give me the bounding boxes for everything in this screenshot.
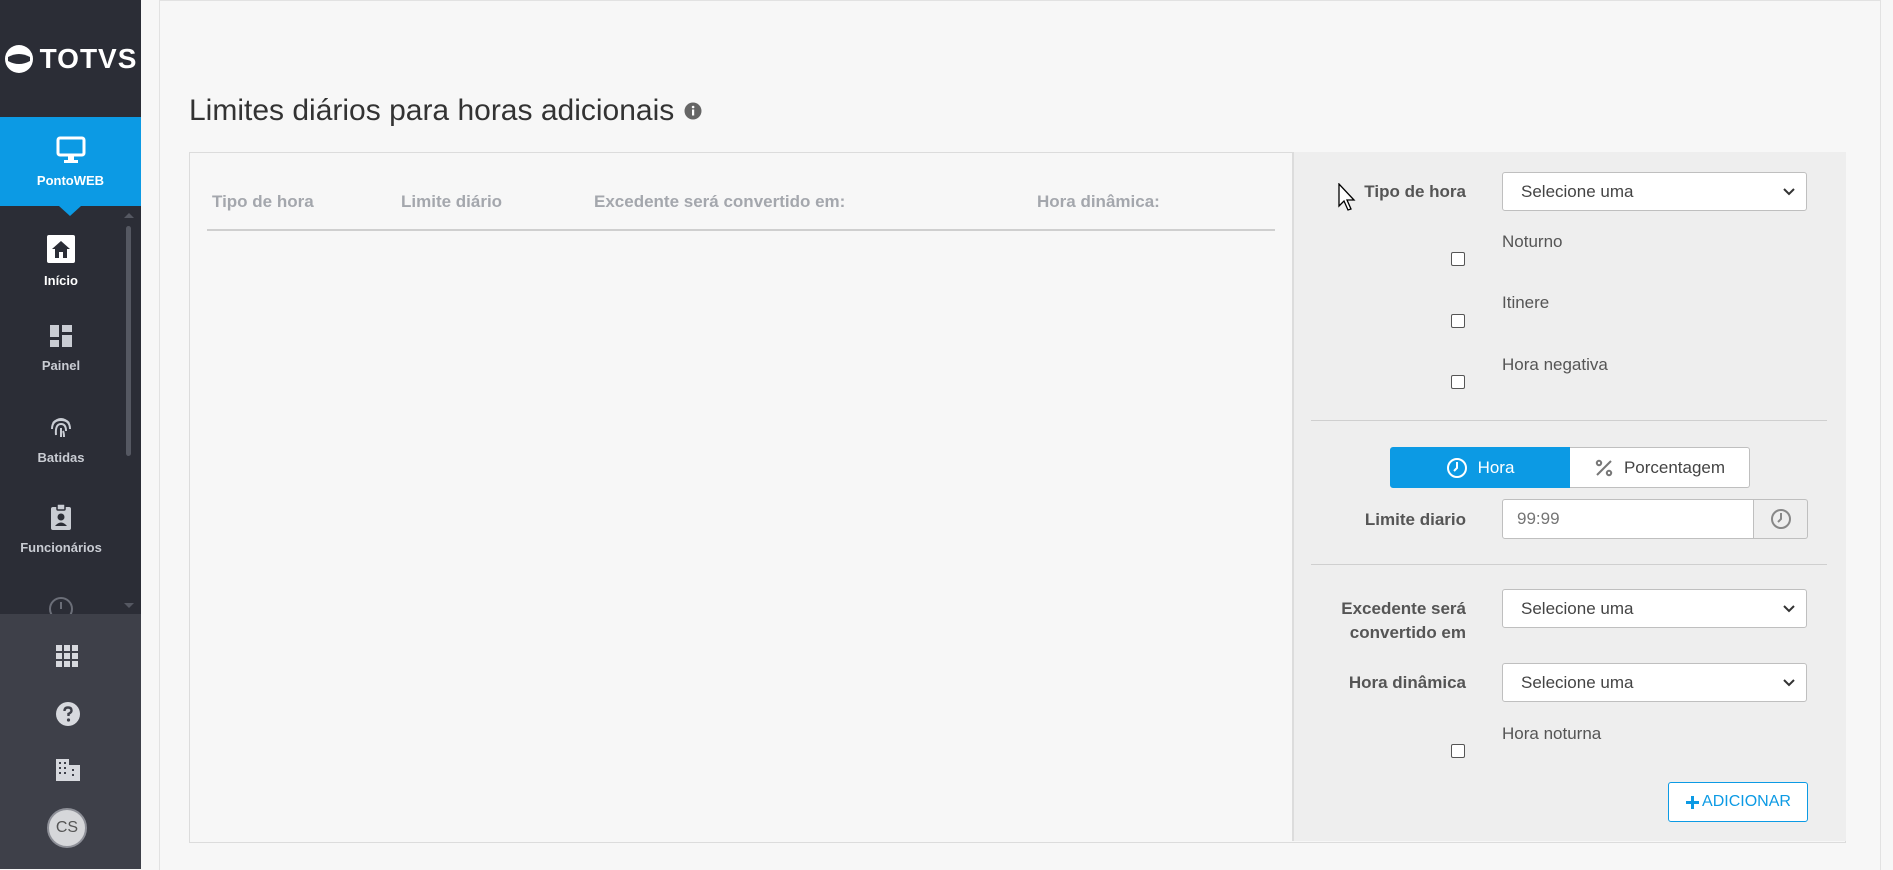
- hora-negativa-checkbox[interactable]: [1451, 375, 1465, 389]
- clock-icon: [1770, 509, 1791, 529]
- badge-icon: [51, 503, 71, 530]
- plus-icon: [1686, 795, 1700, 809]
- limits-table-header: Tipo de hora Limite diário Excedente ser…: [207, 175, 1275, 231]
- chevron-down-icon: [1783, 188, 1795, 196]
- excedente-select[interactable]: Selecione uma: [1502, 589, 1807, 628]
- itinere-checkbox[interactable]: [1451, 314, 1465, 328]
- mode-porcentagem-button[interactable]: Porcentagem: [1570, 447, 1750, 488]
- hora-negativa-label: Hora negativa: [1502, 355, 1608, 374]
- info-icon[interactable]: [684, 102, 702, 120]
- logo-text: TOTVS: [39, 42, 138, 74]
- totvs-logo-icon: [4, 44, 33, 73]
- home-icon: [47, 235, 75, 263]
- mode-porcentagem-label: Porcentagem: [1623, 457, 1726, 477]
- itinere-label: Itinere: [1502, 293, 1550, 312]
- hora-dinamica-select-value: Selecione uma: [1521, 673, 1634, 692]
- apps-grid-icon[interactable]: [56, 645, 78, 667]
- sidebar-item-inicio[interactable]: Início: [0, 234, 122, 288]
- limite-diario-label: Limite diario: [1364, 510, 1466, 529]
- avatar[interactable]: CS: [47, 808, 87, 848]
- column-header-excedente[interactable]: Excedente será convertido em:: [594, 192, 845, 212]
- percent-icon: [1595, 459, 1613, 476]
- mode-hora-label: Hora: [1477, 457, 1515, 477]
- form-divider: [1311, 564, 1827, 565]
- sidebar-item-painel[interactable]: Painel: [0, 323, 122, 373]
- column-header-tipo[interactable]: Tipo de hora: [212, 192, 314, 212]
- noturno-label: Noturno: [1502, 232, 1563, 251]
- tipo-hora-select[interactable]: Selecione uma: [1502, 172, 1807, 211]
- sidebar-item-funcionarios[interactable]: Funcionários: [0, 503, 122, 555]
- page-title-text: Limites diários para horas adicionais: [189, 94, 675, 127]
- excedente-select-value: Selecione uma: [1521, 599, 1634, 618]
- page-title: Limites diários para horas adicionais: [189, 94, 702, 128]
- excedente-label-line1: Excedente será: [1341, 599, 1466, 618]
- excedente-label-line2: convertido em: [1349, 623, 1466, 642]
- hora-dinamica-select[interactable]: Selecione uma: [1502, 663, 1807, 702]
- scroll-up-arrow[interactable]: [124, 213, 134, 218]
- help-icon[interactable]: [55, 701, 81, 727]
- excedente-label: Excedente será convertido em: [1310, 599, 1466, 643]
- sidebar-nav: Início Painel Batidas Funcionários: [0, 206, 141, 614]
- monitor-icon: [56, 136, 85, 163]
- totvs-logo[interactable]: TOTVS: [0, 0, 141, 117]
- sidebar-scrollbar[interactable]: [126, 226, 131, 456]
- hora-noturna-checkbox[interactable]: [1451, 744, 1465, 758]
- sidebar-item-label: Início: [44, 273, 78, 288]
- sidebar-item-more[interactable]: [0, 596, 122, 614]
- sidebar-item-batidas[interactable]: Batidas: [0, 413, 122, 465]
- mode-hora-button[interactable]: Hora: [1390, 447, 1570, 488]
- clock-icon: [49, 597, 73, 614]
- chevron-down-icon: [1783, 679, 1795, 687]
- column-header-limite[interactable]: Limite diário: [401, 192, 502, 212]
- add-button[interactable]: ADICIONAR: [1668, 782, 1808, 822]
- tipo-hora-select-value: Selecione uma: [1521, 182, 1634, 201]
- clock-icon: [1446, 457, 1467, 478]
- sidebar-item-label: Painel: [41, 358, 81, 373]
- hora-noturna-label: Hora noturna: [1502, 724, 1602, 743]
- scroll-down-arrow[interactable]: [124, 603, 134, 608]
- dashboard-icon: [50, 325, 72, 347]
- limite-diario-input[interactable]: [1502, 499, 1754, 539]
- hora-dinamica-label: Hora dinâmica: [1348, 673, 1466, 692]
- noturno-checkbox[interactable]: [1451, 252, 1465, 266]
- add-button-label: ADICIONAR: [1702, 793, 1791, 810]
- sidebar-item-label: Funcionários: [20, 540, 102, 555]
- app-tile-pontoweb[interactable]: PontoWEB: [0, 117, 141, 216]
- fingerprint-icon: [51, 418, 71, 438]
- building-icon[interactable]: [56, 759, 80, 781]
- time-picker-button[interactable]: [1754, 499, 1808, 539]
- tipo-hora-label: Tipo de hora: [1364, 182, 1466, 201]
- app-tile-label: PontoWEB: [36, 173, 105, 188]
- mouse-cursor-icon: [1338, 183, 1356, 211]
- chevron-down-icon: [1783, 605, 1795, 613]
- form-divider: [1311, 420, 1827, 421]
- column-header-dinamica[interactable]: Hora dinâmica:: [1037, 192, 1160, 212]
- sidebar-item-label: Batidas: [37, 450, 85, 465]
- sidebar: TOTVS PontoWEB Início Painel Batidas Fun…: [0, 0, 141, 869]
